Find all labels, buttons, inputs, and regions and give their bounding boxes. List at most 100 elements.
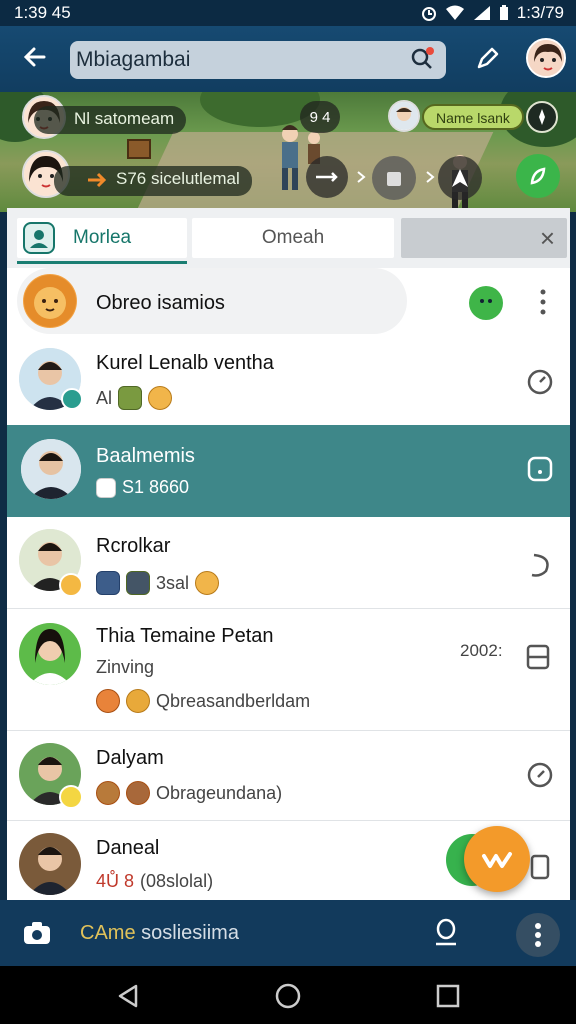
chat-preview: Al <box>96 386 173 410</box>
chat-panel: Morlea Omeah × Obreo isamios Kurel Lenal… <box>7 208 570 900</box>
chat-name: Daneal <box>96 837 160 859</box>
chat-date: 2002: <box>460 641 503 660</box>
search-icon[interactable] <box>410 47 434 71</box>
profile-avatar[interactable] <box>526 38 566 78</box>
compass-icon <box>539 109 545 125</box>
chat-preview-red: 4Ů 8 <box>96 871 135 891</box>
chat-bubble-icon[interactable] <box>469 286 503 320</box>
player-chip-2[interactable]: S76 sicelutlemal <box>54 166 252 196</box>
emoji-icon <box>96 781 120 805</box>
message-input[interactable]: CAme sosliesiima <box>80 922 239 945</box>
back-arrow-icon <box>23 47 46 67</box>
chat-status-icon[interactable] <box>526 455 554 483</box>
more-options-button[interactable] <box>516 913 560 957</box>
wave-icon <box>482 852 512 868</box>
wifi-icon <box>445 5 464 20</box>
chat-preview: Obrageundana) <box>96 781 282 805</box>
emoji-icon <box>148 386 173 410</box>
chat-row-pinned[interactable]: Obreo isamios <box>7 264 570 342</box>
chat-preview: 3sal <box>96 571 220 595</box>
back-button[interactable] <box>18 42 52 76</box>
chat-avatar <box>19 623 81 685</box>
chat-preview: 4Ů 8 (08slolal) <box>96 871 213 892</box>
person-photo-icon <box>19 623 81 685</box>
emoji-icon <box>126 781 150 805</box>
chat-status-icon[interactable] <box>526 551 554 579</box>
mic-icon[interactable] <box>432 918 460 948</box>
chat-preview-text: 3sal <box>156 572 190 593</box>
arrow-icon <box>88 172 107 188</box>
speech-bubble-text: 9 4 <box>309 108 331 126</box>
chat-row[interactable]: Dalyam Obrageundana) <box>7 731 570 821</box>
status-bar: 1:39 45 1:3/79 <box>0 0 576 26</box>
voice-button[interactable] <box>516 154 560 198</box>
chat-preview: S1 8660 <box>96 477 189 498</box>
chat-status-icon[interactable] <box>524 643 552 671</box>
tab-omeah-label: Omeah <box>261 227 325 248</box>
chat-screen: 1:39 45 1:3/79 Mbiagambai Nl satomeam S7… <box>0 0 576 1024</box>
signal-icon <box>473 6 490 20</box>
game-crate-icon <box>127 139 151 159</box>
status-icons: 1:3/79 <box>421 3 564 23</box>
edit-icon[interactable] <box>470 42 504 76</box>
search-field[interactable]: Mbiagambai <box>70 41 446 79</box>
name-badge-label: Name lsank <box>436 110 510 126</box>
chat-name: Obreo isamios <box>96 292 225 314</box>
action-button-2[interactable] <box>372 156 416 200</box>
more-vert-icon <box>535 923 541 947</box>
chat-name: Kurel Lenalb ventha <box>96 352 274 374</box>
chat-name: Baalmemis <box>96 445 195 467</box>
message-input-text: sosliesiima <box>135 922 239 944</box>
player-chip-1[interactable]: Nl satomeam <box>34 106 187 134</box>
chat-row[interactable]: Thia Temaine Petan Zinving Qbreasandberl… <box>7 609 570 731</box>
lion-icon <box>24 275 76 327</box>
emoji-badge-icon <box>59 573 83 597</box>
bottom-bar: CAme sosliesiima <box>0 900 576 966</box>
chat-row-selected[interactable]: Baalmemis S1 8660 <box>7 425 570 517</box>
close-icon[interactable]: × <box>540 223 555 254</box>
compass-button[interactable] <box>526 101 558 133</box>
emoji-icon <box>96 689 120 713</box>
chat-status-icon[interactable] <box>526 761 554 789</box>
message-input-accent: CAme <box>80 922 136 944</box>
chat-avatar <box>23 274 77 328</box>
tab-close-area[interactable]: × <box>401 218 567 258</box>
emoji-icon <box>126 689 150 713</box>
action-button-1[interactable] <box>306 156 348 198</box>
person-icon <box>30 230 48 248</box>
robot-icon <box>126 571 150 595</box>
more-vert-icon[interactable] <box>540 288 546 316</box>
clock-icon[interactable] <box>526 368 554 396</box>
action-button-3[interactable] <box>438 156 482 200</box>
chat-preview-line2: Qbreasandberldam <box>96 689 310 713</box>
battery-text: 1:3/79 <box>516 3 564 22</box>
contact-icon <box>23 222 55 254</box>
tab-morlea-label: Morlea <box>73 227 132 248</box>
emoji-badge-icon <box>59 785 83 809</box>
tab-morlea[interactable]: Morlea <box>17 218 187 264</box>
jar-icon <box>96 571 120 595</box>
status-time: 1:39 45 <box>14 3 71 22</box>
app-bar: Mbiagambai <box>0 26 576 92</box>
camera-icon[interactable] <box>22 920 52 946</box>
chat-preview-text: S1 8660 <box>122 477 190 497</box>
chat-row[interactable]: Rcrolkar 3sal <box>7 517 570 609</box>
bus-icon <box>96 477 116 498</box>
chat-avatar <box>21 439 81 499</box>
search-input[interactable]: Mbiagambai <box>76 48 190 72</box>
chevron-right-icon <box>357 171 366 183</box>
compose-fab[interactable] <box>464 826 530 892</box>
nav-home-icon[interactable] <box>274 982 302 1010</box>
leaf-icon <box>530 167 546 185</box>
avatar-face-icon <box>390 102 418 130</box>
navigate-icon <box>452 169 468 187</box>
player-chip-2-label: S76 sicelutlemal <box>116 169 240 188</box>
tab-omeah[interactable]: Omeah <box>192 218 394 258</box>
chat-row[interactable]: Kurel Lenalb ventha Al <box>7 342 570 426</box>
tab-bar: Morlea Omeah × <box>7 208 570 268</box>
nav-recents-icon[interactable] <box>434 982 462 1010</box>
chat-status-icon[interactable] <box>526 853 554 881</box>
nav-back-icon[interactable] <box>114 982 142 1010</box>
bag-icon <box>387 172 401 186</box>
name-badge[interactable]: Name lsank <box>422 104 524 130</box>
